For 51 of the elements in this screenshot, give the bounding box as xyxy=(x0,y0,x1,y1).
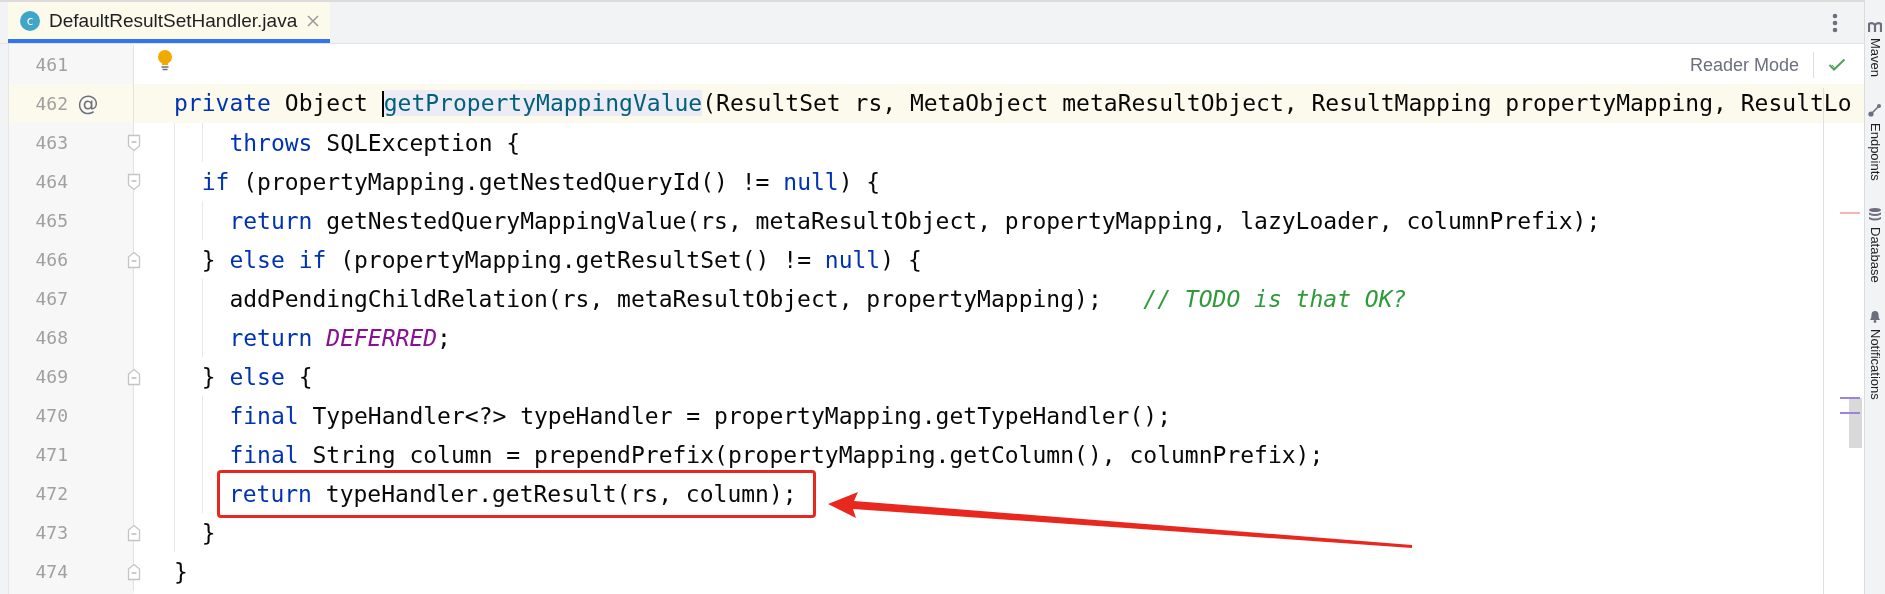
code-line: } else { xyxy=(201,363,313,390)
line-number: 471 xyxy=(34,444,68,465)
line-number: 470 xyxy=(34,405,68,426)
code-line: if (propertyMapping.getNestedQueryId() != null) { xyxy=(201,168,881,195)
code-line: final String column = prependPrefix(propertyMapping.getColumn(), columnPrefix); xyxy=(229,441,1324,468)
code-line: final TypeHandler<?> typeHandler = propertyMapping.getTypeHandler(); xyxy=(229,402,1171,429)
line-number: 463 xyxy=(34,132,68,153)
override-marker[interactable]: @ xyxy=(77,91,99,116)
tool-window-tab[interactable]: Notifications xyxy=(1867,328,1883,400)
code-line: throws SQLException { xyxy=(229,129,521,156)
code-line: } xyxy=(201,519,216,546)
line-number: 465 xyxy=(34,210,68,231)
tool-window-tab[interactable]: Endpoints xyxy=(1867,123,1883,181)
more-icon[interactable] xyxy=(1832,12,1838,33)
tool-window-tab[interactable]: Maven xyxy=(1867,38,1883,78)
tab-label: DefaultResultSetHandler.java xyxy=(49,9,298,32)
editor-tab[interactable]: c DefaultResultSetHandler.java xyxy=(8,2,331,43)
line-number: 467 xyxy=(34,288,68,309)
line-number: 468 xyxy=(34,327,68,348)
line-number: 469 xyxy=(34,366,68,387)
reader-mode-link[interactable]: Reader Mode xyxy=(1689,54,1799,76)
line-number: 464 xyxy=(34,171,68,192)
line-number: 461 xyxy=(34,54,68,75)
class-icon: c xyxy=(20,10,40,31)
code-line: return getNestedQueryMappingValue(rs, metaResultObject, propertyMapping, lazyLoader, columnPrefix); xyxy=(229,207,1601,234)
fold-icon[interactable] xyxy=(127,250,141,269)
scrollbar-thumb[interactable] xyxy=(1849,398,1862,448)
code-line: return DEFERRED; xyxy=(229,324,451,351)
line-number: 472 xyxy=(34,483,68,504)
text-caret xyxy=(381,91,384,118)
check-icon xyxy=(1828,58,1846,72)
fold-icon[interactable] xyxy=(127,367,141,386)
line-number: 474 xyxy=(34,561,68,582)
close-icon[interactable] xyxy=(306,13,321,28)
tool-window-tab[interactable]: Database xyxy=(1867,226,1883,283)
code-line: private Object getPropertyMappingValue(ResultSet rs, MetaObject metaResultObject, ResultMapping propertyMapping, ResultLo xyxy=(174,89,1852,118)
line-number: 462 xyxy=(34,93,68,114)
code-line: } else if (propertyMapping.getResultSet() != null) { xyxy=(201,246,922,273)
fold-icon[interactable] xyxy=(127,523,141,542)
code-line: addPendingChildRelation(rs, metaResultObject, propertyMapping); // TODO is that OK? xyxy=(229,285,1407,312)
database-icon[interactable] xyxy=(1868,206,1882,221)
lightbulb-icon[interactable] xyxy=(156,49,174,71)
nodes-icon[interactable] xyxy=(1868,103,1882,118)
line-number: 473 xyxy=(34,522,68,543)
fold-icon[interactable] xyxy=(127,172,141,191)
code-line: } xyxy=(174,558,188,585)
fold-icon[interactable] xyxy=(127,133,141,152)
m-icon[interactable] xyxy=(1868,22,1882,32)
fold-icon[interactable] xyxy=(127,562,141,581)
bell-icon[interactable] xyxy=(1868,308,1882,323)
line-number: 466 xyxy=(34,249,68,270)
